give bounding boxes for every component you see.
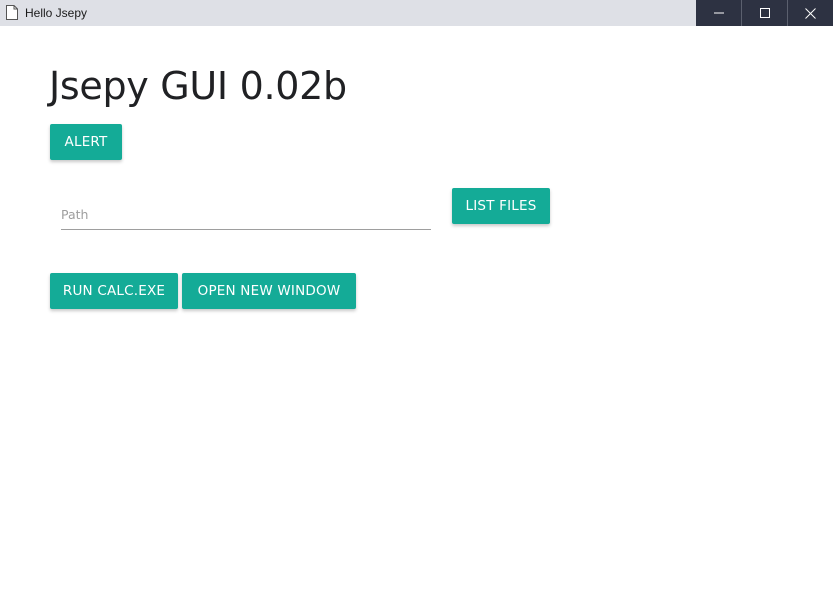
document-icon <box>6 5 18 20</box>
window-titlebar[interactable]: Hello Jsepy <box>0 0 833 26</box>
path-input[interactable] <box>61 200 431 230</box>
alert-button[interactable]: ALERT <box>50 124 122 160</box>
minimize-button[interactable] <box>696 0 741 26</box>
close-button[interactable] <box>787 0 833 26</box>
page-title: Jsepy GUI 0.02b <box>49 64 347 108</box>
minimize-icon <box>713 12 724 14</box>
window-controls <box>696 0 833 26</box>
close-icon <box>805 7 816 19</box>
run-calc-button[interactable]: RUN CALC.EXE <box>50 273 178 309</box>
app-content: Jsepy GUI 0.02b ALERT LIST FILES RUN CAL… <box>0 26 833 607</box>
maximize-icon <box>759 8 770 18</box>
open-new-window-button[interactable]: OPEN NEW WINDOW <box>182 273 356 309</box>
window-title: Hello Jsepy <box>25 6 88 20</box>
maximize-button[interactable] <box>741 0 787 26</box>
list-files-button[interactable]: LIST FILES <box>452 188 550 224</box>
